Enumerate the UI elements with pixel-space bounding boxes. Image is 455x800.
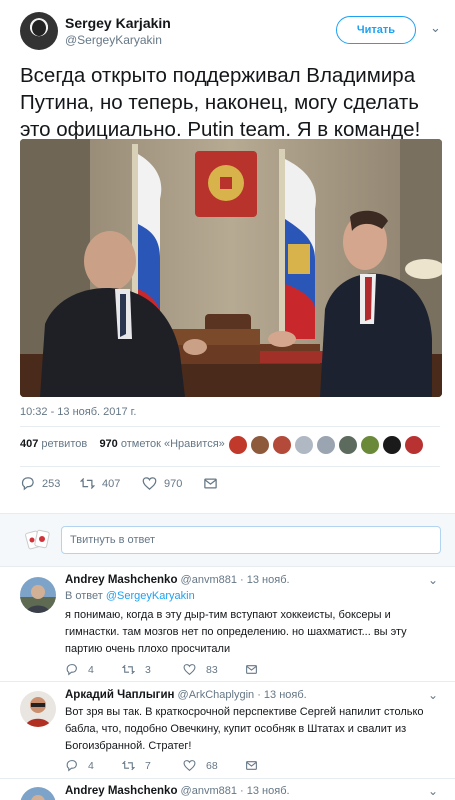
liker-avatar[interactable] — [338, 435, 358, 455]
liker-avatar[interactable] — [294, 435, 314, 455]
reply-avatar[interactable] — [20, 577, 56, 613]
retweets-count: 407 — [20, 438, 39, 450]
like-count: 68 — [206, 759, 218, 772]
direct-message-button[interactable] — [245, 663, 268, 676]
reply-text: Вот зря вы так. В краткосрочной перспект… — [65, 706, 424, 752]
reply-to-label: В ответ — [65, 590, 103, 602]
chevron-down-icon[interactable]: ⌄ — [428, 688, 438, 702]
divider — [20, 466, 440, 467]
reply-button[interactable]: 4 — [65, 759, 94, 772]
envelope-icon — [246, 761, 257, 770]
retweets-label: ретвитов — [41, 438, 88, 450]
reply-to-handle[interactable]: @SergeyKaryakin — [106, 590, 195, 602]
photo-illustration — [20, 139, 442, 397]
liker-avatar[interactable] — [316, 435, 336, 455]
tweet-actions: 253 407 970 — [20, 476, 440, 496]
retweet-count: 407 — [102, 477, 121, 490]
heart-icon — [183, 760, 196, 772]
follow-button[interactable]: Читать — [336, 16, 416, 44]
like-button[interactable]: 83 — [183, 663, 218, 676]
reply-item[interactable]: Andrey Mashchenko @anvm881 · 13 нояб. ⌄ … — [0, 567, 455, 682]
retweet-button[interactable]: 3 — [122, 663, 151, 676]
reply-icon — [66, 664, 77, 676]
reply-author-name[interactable]: Andrey Mashchenko — [65, 785, 177, 797]
author-handle[interactable]: @SergeyKaryakin — [65, 33, 171, 47]
envelope-icon — [204, 478, 217, 489]
author-avatar[interactable] — [20, 12, 58, 50]
reply-author-name[interactable]: Аркадий Чаплыгин — [65, 689, 174, 701]
reply-text: я понимаю, когда в эту дыр-тим вступают … — [65, 609, 407, 655]
tweet-stats: 407 ретвитов 970 отметок «Нравится» — [20, 435, 440, 460]
envelope-icon — [246, 665, 257, 674]
reply-item[interactable]: Аркадий Чаплыгин @ArkChaplygin · 13 нояб… — [0, 682, 455, 779]
reply-count: 4 — [88, 663, 94, 676]
liker-avatar[interactable] — [228, 435, 248, 455]
reply-count: 253 — [42, 477, 61, 490]
likes-count: 970 — [99, 438, 118, 450]
retweet-count: 7 — [145, 759, 151, 772]
tweet-photo[interactable] — [20, 139, 442, 397]
reply-count: 4 — [88, 759, 94, 772]
direct-message-button[interactable] — [203, 476, 225, 491]
liker-avatar[interactable] — [250, 435, 270, 455]
reply-avatar[interactable] — [20, 691, 56, 727]
author-info[interactable]: Sergey Karjakin @SergeyKaryakin — [65, 15, 171, 47]
reply-header: Andrey Mashchenko @anvm881 · 13 нояб. — [65, 785, 290, 797]
reply-icon — [66, 760, 77, 772]
reply-author-handle[interactable]: @anvm881 — [181, 785, 237, 797]
chevron-down-icon[interactable]: ⌄ — [428, 784, 438, 798]
reply-date[interactable]: · 13 нояб. — [257, 689, 307, 701]
reply-date[interactable]: · 13 нояб. — [240, 785, 290, 797]
likes-stat[interactable]: 970 отметок «Нравится» — [99, 438, 224, 450]
like-count: 83 — [206, 663, 218, 676]
like-count: 970 — [164, 477, 183, 490]
avatar-image — [20, 577, 56, 613]
chevron-down-icon[interactable]: ⌄ — [430, 20, 441, 36]
avatar-image — [20, 787, 56, 800]
playing-cards-icon — [25, 529, 50, 550]
heart-icon — [142, 477, 157, 490]
like-button[interactable]: 970 — [142, 476, 182, 491]
tweet-header: Sergey Karjakin @SergeyKaryakin Читать ⌄ — [20, 12, 441, 52]
reply-date[interactable]: · 13 нояб. — [240, 574, 290, 586]
reply-header: Andrey Mashchenko @anvm881 · 13 нояб. — [65, 574, 290, 586]
reply-author-handle[interactable]: @anvm881 — [181, 574, 237, 586]
liker-avatar[interactable] — [404, 435, 424, 455]
tweet-text: Всегда открыто поддерживал Владимира Пут… — [20, 64, 421, 141]
reply-author-handle[interactable]: @ArkChaplygin — [178, 689, 255, 701]
reply-input[interactable]: Твитнуть в ответ — [61, 526, 441, 554]
liker-avatar[interactable] — [360, 435, 380, 455]
likes-label: отметок «Нравится» — [120, 438, 225, 450]
retweet-count: 3 — [145, 663, 151, 676]
reply-button[interactable]: 253 — [20, 476, 60, 491]
retweets-stat[interactable]: 407 ретвитов — [20, 438, 87, 450]
reply-compose-area: Твитнуть в ответ — [0, 513, 455, 567]
reply-author-name[interactable]: Andrey Mashchenko — [65, 574, 177, 586]
reply-avatar[interactable] — [20, 787, 56, 800]
retweet-icon — [122, 664, 135, 675]
retweet-icon — [122, 760, 135, 771]
liker-avatar[interactable] — [382, 435, 402, 455]
retweet-icon — [80, 478, 95, 489]
tweet-timestamp[interactable]: 10:32 - 13 нояб. 2017 г. — [20, 406, 136, 418]
divider — [20, 426, 440, 427]
user-avatar — [24, 526, 52, 554]
chevron-down-icon[interactable]: ⌄ — [428, 573, 438, 587]
like-button[interactable]: 68 — [183, 759, 218, 772]
reply-item[interactable]: Andrey Mashchenko @anvm881 · 13 нояб. ⌄ — [0, 779, 455, 800]
likers-avatars — [228, 435, 426, 455]
reply-actions: 4 3 83 — [65, 663, 440, 679]
reply-button[interactable]: 4 — [65, 663, 94, 676]
reply-header: Аркадий Чаплыгин @ArkChaplygin · 13 нояб… — [65, 689, 307, 701]
reply-actions: 4 7 68 — [65, 759, 440, 775]
author-name[interactable]: Sergey Karjakin — [65, 15, 171, 31]
liker-avatar[interactable] — [272, 435, 292, 455]
reply-to-line: В ответ @SergeyKaryakin — [65, 590, 195, 602]
retweet-button[interactable]: 407 — [80, 476, 120, 491]
heart-icon — [183, 664, 196, 676]
reply-icon — [21, 477, 34, 491]
retweet-button[interactable]: 7 — [122, 759, 151, 772]
direct-message-button[interactable] — [245, 759, 268, 772]
avatar-image — [20, 691, 56, 727]
